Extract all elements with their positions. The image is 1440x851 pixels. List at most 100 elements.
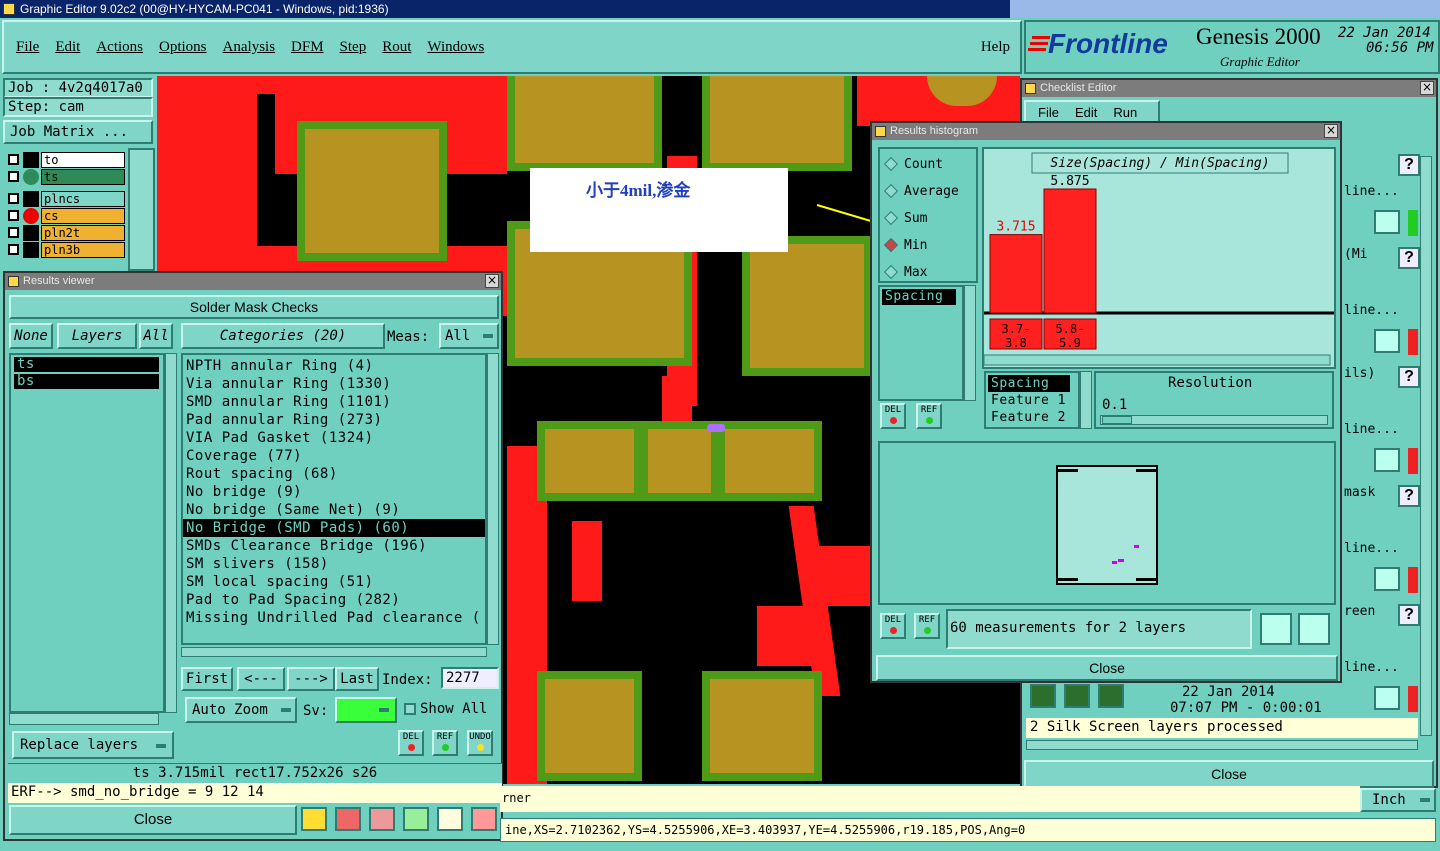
- close-icon[interactable]: ×: [485, 274, 499, 288]
- category-list[interactable]: NPTH annular Ring (4) Via annular Ring (1…: [181, 353, 487, 645]
- tool-histogram-icon[interactable]: [471, 807, 497, 831]
- category-item[interactable]: NPTH annular Ring (4): [183, 357, 485, 375]
- layers-button[interactable]: Layers: [57, 323, 137, 349]
- job-matrix-button[interactable]: Job Matrix ...: [3, 120, 153, 144]
- run-icon[interactable]: [1064, 684, 1090, 708]
- category-item[interactable]: VIA Pad Gasket (1324): [183, 429, 485, 447]
- chart-hscrollbar[interactable]: [984, 354, 1331, 366]
- menu-rout[interactable]: Rout: [382, 39, 411, 55]
- zoom-icon[interactable]: [1374, 686, 1400, 710]
- tool-report-icon[interactable]: [437, 807, 463, 831]
- category-item[interactable]: Rout spacing (68): [183, 465, 485, 483]
- checklist-scrollbar[interactable]: [1420, 156, 1432, 736]
- measure-item[interactable]: Spacing: [882, 289, 956, 305]
- attr-item[interactable]: Feature 1: [988, 392, 1070, 409]
- menu-options[interactable]: Options: [159, 39, 207, 55]
- units-dropdown[interactable]: Inch: [1360, 788, 1436, 812]
- run-icon[interactable]: [1098, 684, 1124, 708]
- checklist-row[interactable]: ? (Mi line...: [1340, 247, 1420, 369]
- tool-index-icon[interactable]: [403, 807, 429, 831]
- category-item[interactable]: No bridge (Same Net) (9): [183, 501, 485, 519]
- result-layer-item[interactable]: bs: [14, 374, 159, 389]
- result-layer-item[interactable]: ts: [14, 357, 159, 372]
- hist-del-button[interactable]: DEL: [880, 403, 906, 429]
- menu-actions[interactable]: Actions: [96, 39, 143, 55]
- undo-button[interactable]: UNDO: [467, 730, 493, 756]
- attr-list[interactable]: Spacing Feature 1 Feature 2: [984, 371, 1080, 429]
- close-icon[interactable]: ×: [1324, 124, 1338, 138]
- help-icon[interactable]: ?: [1398, 604, 1420, 626]
- help-icon[interactable]: ?: [1398, 154, 1420, 176]
- histogram-bar[interactable]: [989, 234, 1043, 314]
- layer-row[interactable]: pln3b: [5, 242, 125, 259]
- checklist-menu-run[interactable]: Run: [1113, 105, 1137, 120]
- checklist-hscrollbar[interactable]: [1026, 740, 1418, 750]
- none-button[interactable]: None: [9, 323, 53, 349]
- layer-checkbox[interactable]: [8, 193, 19, 204]
- menu-edit[interactable]: Edit: [55, 39, 80, 55]
- resolution-slider-thumb[interactable]: [1102, 416, 1132, 424]
- checklist-row[interactable]: line...?: [1340, 140, 1420, 250]
- close-icon[interactable]: ×: [1420, 81, 1434, 95]
- zoom-icon[interactable]: [1374, 567, 1400, 591]
- category-item[interactable]: Pad annular Ring (273): [183, 411, 485, 429]
- show-all-checkbox[interactable]: [404, 703, 416, 715]
- resolution-slider[interactable]: [1100, 415, 1328, 425]
- all-button[interactable]: All: [139, 323, 173, 349]
- measure-list[interactable]: Spacing: [878, 285, 964, 401]
- last-button[interactable]: Last: [335, 667, 379, 691]
- category-item[interactable]: SM local spacing (51): [183, 573, 485, 591]
- attr-item[interactable]: Spacing: [988, 375, 1070, 392]
- category-hscrollbar[interactable]: [181, 647, 487, 657]
- preview-ref-button[interactable]: REF: [914, 613, 940, 639]
- layer-checkbox[interactable]: [8, 244, 19, 255]
- zoom-fit-icon[interactable]: [1260, 613, 1292, 645]
- histogram-close-button[interactable]: Close: [876, 655, 1338, 681]
- tool-exit-icon[interactable]: [335, 807, 361, 831]
- stat-option-min[interactable]: Min: [880, 236, 976, 256]
- stat-option-count[interactable]: Count: [880, 155, 976, 175]
- layer-checkbox[interactable]: [8, 171, 19, 182]
- help-icon[interactable]: ?: [1398, 366, 1420, 388]
- zoom-icon[interactable]: [1374, 329, 1400, 353]
- category-scrollbar[interactable]: [487, 353, 499, 645]
- menu-step[interactable]: Step: [340, 39, 367, 55]
- error-marker[interactable]: [707, 424, 725, 432]
- tool-flag-icon[interactable]: [301, 807, 327, 831]
- layer-list-scrollbar[interactable]: [165, 353, 177, 713]
- menu-analysis[interactable]: Analysis: [223, 39, 276, 55]
- category-item[interactable]: Coverage (77): [183, 447, 485, 465]
- menu-windows[interactable]: Windows: [427, 39, 484, 55]
- category-item[interactable]: No bridge (9): [183, 483, 485, 501]
- ref-button[interactable]: REF: [432, 730, 458, 756]
- layer-scrollbar[interactable]: [128, 148, 155, 271]
- layer-row[interactable]: cs: [5, 208, 125, 225]
- category-item[interactable]: SMD annular Ring (1101): [183, 393, 485, 411]
- replace-layers-dropdown[interactable]: Replace layers: [12, 731, 174, 759]
- stat-option-max[interactable]: Max: [880, 263, 976, 283]
- checklist-menu-edit[interactable]: Edit: [1075, 105, 1097, 120]
- checklist-row[interactable]: ? reen line...: [1340, 604, 1420, 726]
- layer-row[interactable]: ts: [5, 169, 125, 186]
- menu-dfm[interactable]: DFM: [291, 39, 324, 55]
- layer-checkbox[interactable]: [8, 154, 19, 165]
- layer-row[interactable]: plncs: [5, 191, 125, 208]
- stat-option-average[interactable]: Average: [880, 182, 976, 202]
- preview-board[interactable]: [1056, 465, 1158, 585]
- checklist-close-button[interactable]: Close: [1024, 760, 1434, 788]
- category-item[interactable]: SMDs Clearance Bridge (196): [183, 537, 485, 555]
- zoom-home-icon[interactable]: [1298, 613, 1330, 645]
- histogram-bar[interactable]: [1043, 188, 1097, 314]
- category-item[interactable]: SM slivers (158): [183, 555, 485, 573]
- layer-list-hscrollbar[interactable]: [9, 713, 159, 725]
- sv-dropdown[interactable]: [335, 697, 397, 723]
- index-input[interactable]: 2277: [441, 667, 499, 689]
- checklist-menu-file[interactable]: File: [1038, 105, 1059, 120]
- meas-dropdown[interactable]: All: [439, 323, 499, 349]
- help-icon[interactable]: ?: [1398, 247, 1420, 269]
- layer-row[interactable]: pln2t: [5, 225, 125, 242]
- next-button[interactable]: --->: [287, 667, 335, 691]
- checklist-row[interactable]: ? ils) line...: [1340, 366, 1420, 488]
- first-button[interactable]: First: [181, 667, 233, 691]
- category-item[interactable]: Missing Undrilled Pad clearance (: [183, 609, 485, 627]
